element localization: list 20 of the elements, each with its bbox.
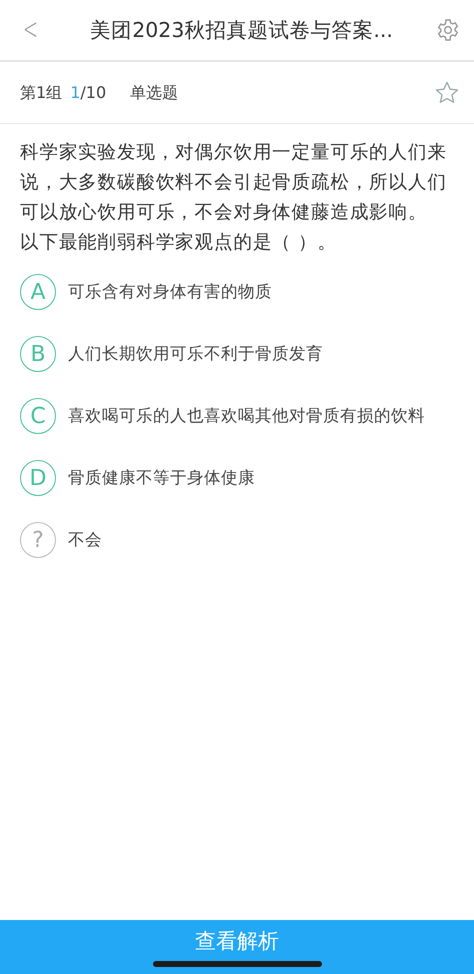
back-button[interactable]: < bbox=[20, 15, 41, 45]
settings-icon[interactable] bbox=[436, 18, 460, 42]
option-text[interactable]: 人们长期饮用可乐不利于骨质发育 bbox=[68, 342, 323, 366]
question-counter: 1/10 bbox=[70, 82, 106, 104]
option-text[interactable]: 不会 bbox=[68, 528, 102, 552]
page-title: 美团2023秋招真题试卷与答案... bbox=[89, 16, 394, 44]
unknown-option-marker[interactable]: ? bbox=[20, 522, 56, 558]
view-explanation-button[interactable]: 查看解析 bbox=[0, 920, 474, 974]
question-type: 单选题 bbox=[130, 82, 178, 104]
option-text[interactable]: 可乐含有对身体有害的物质 bbox=[68, 280, 272, 304]
option-letter[interactable]: C bbox=[20, 398, 56, 434]
option-text[interactable]: 骨质健康不等于身体使康 bbox=[68, 466, 255, 490]
question-text: 科学家实验发现，对偶尔饮用一定量可乐的人们来说，大多数碳酸饮料不会引起骨质疏松，所以人们可以放心饮用可乐，不会对身体健藤造成影响。 bbox=[20, 141, 448, 225]
group-label: 第1组 bbox=[20, 82, 62, 104]
option-letter[interactable]: B bbox=[20, 336, 56, 372]
question-prompt: 以下最能削弱科学家观点的是（ ）。 bbox=[20, 231, 338, 255]
option-letter[interactable]: A bbox=[20, 274, 56, 310]
option-text[interactable]: 喜欢喝可乐的人也喜欢喝其他对骨质有损的饮料 bbox=[68, 404, 425, 428]
star-icon[interactable] bbox=[434, 80, 460, 106]
option-letter[interactable]: D bbox=[20, 460, 56, 496]
